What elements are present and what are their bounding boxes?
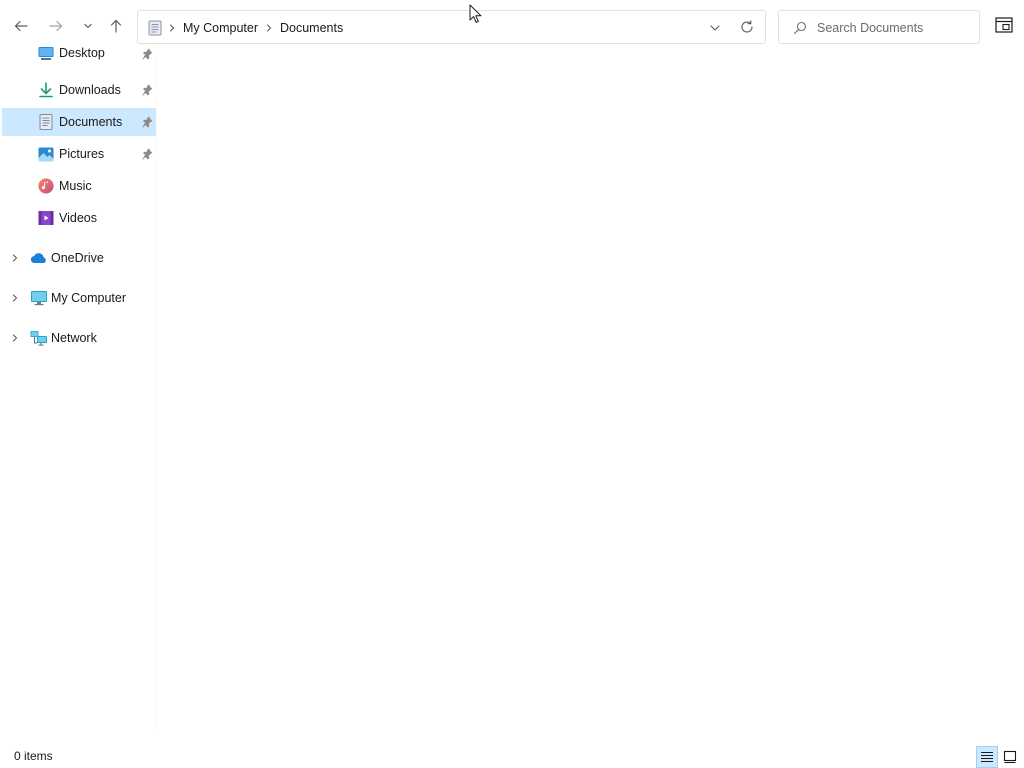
documents-icon <box>39 114 53 130</box>
network-icon <box>30 331 47 346</box>
window-layout-icon[interactable] <box>994 16 1014 34</box>
cloud-icon <box>30 253 46 264</box>
sidebar-item-pictures[interactable]: Pictures <box>2 140 156 168</box>
item-count: 0 items <box>14 749 53 763</box>
sidebar-item-documents[interactable]: Documents <box>2 108 156 136</box>
refresh-icon[interactable] <box>739 19 755 35</box>
download-icon <box>39 82 53 98</box>
breadcrumb-separator-icon[interactable] <box>265 22 273 34</box>
sidebar-item-label: Downloads <box>59 83 121 97</box>
breadcrumb-my-computer[interactable]: My Computer <box>183 19 258 37</box>
sidebar-item-label: Documents <box>59 115 123 129</box>
large-icons-view-button[interactable] <box>999 746 1021 768</box>
search-box[interactable] <box>778 10 980 44</box>
videos-icon <box>38 211 54 225</box>
sidebar-item-my-computer[interactable]: My Computer <box>2 284 156 312</box>
sidebar-item-videos[interactable]: Videos <box>2 204 156 232</box>
pin-icon[interactable] <box>141 148 153 160</box>
sidebar-item-label: Music <box>59 179 92 193</box>
sidebar-item-label: Network <box>51 331 97 345</box>
file-explorer-window: My Computer Documents Search Documents D… <box>0 0 1024 768</box>
sidebar-item-music[interactable]: Music <box>2 172 156 200</box>
documents-icon <box>148 20 162 36</box>
file-list-area[interactable] <box>158 44 1024 734</box>
pin-icon[interactable] <box>141 48 153 60</box>
large-icons-view-icon <box>1003 750 1017 764</box>
chevron-right-icon[interactable] <box>10 252 20 264</box>
up-button[interactable] <box>104 14 128 38</box>
sidebar-item-label: OneDrive <box>51 251 104 265</box>
arrow-left-icon <box>14 20 28 32</box>
sidebar-item-desktop[interactable]: Desktop <box>2 44 156 72</box>
details-view-button[interactable] <box>976 746 998 768</box>
chevron-down-icon[interactable] <box>708 22 722 34</box>
chevron-right-icon[interactable] <box>10 292 20 304</box>
arrow-right-icon <box>49 20 63 32</box>
details-view-icon <box>981 751 993 763</box>
recent-locations-button[interactable] <box>76 14 100 38</box>
sidebar-item-label: Videos <box>59 211 97 225</box>
pin-icon[interactable] <box>141 84 153 96</box>
back-button[interactable] <box>9 14 33 38</box>
desktop-icon <box>38 47 54 60</box>
sidebar-item-label: My Computer <box>51 291 127 305</box>
pin-icon[interactable] <box>141 116 153 128</box>
computer-icon <box>31 291 47 306</box>
breadcrumb-documents[interactable]: Documents <box>280 19 343 37</box>
search-input[interactable] <box>817 18 975 38</box>
sidebar-item-onedrive[interactable]: OneDrive <box>2 244 156 272</box>
chevron-right-icon[interactable] <box>10 332 20 344</box>
forward-button[interactable] <box>44 14 68 38</box>
pictures-icon <box>38 147 54 162</box>
sidebar-item-downloads[interactable]: Downloads <box>2 76 156 104</box>
status-bar: 0 items <box>0 744 1024 768</box>
sidebar-item-label: Desktop <box>59 46 105 60</box>
chevron-down-icon <box>84 23 92 29</box>
search-icon <box>793 21 807 35</box>
sidebar-item-label: Pictures <box>59 147 105 161</box>
arrow-up-icon <box>110 19 122 33</box>
navigation-pane: Desktop Downloads Documents Pictures Mus… <box>0 44 157 734</box>
music-icon <box>38 178 54 194</box>
sidebar-item-network[interactable]: Network <box>2 324 156 352</box>
address-bar[interactable]: My Computer Documents <box>137 10 766 44</box>
breadcrumb-separator-icon[interactable] <box>168 22 176 34</box>
